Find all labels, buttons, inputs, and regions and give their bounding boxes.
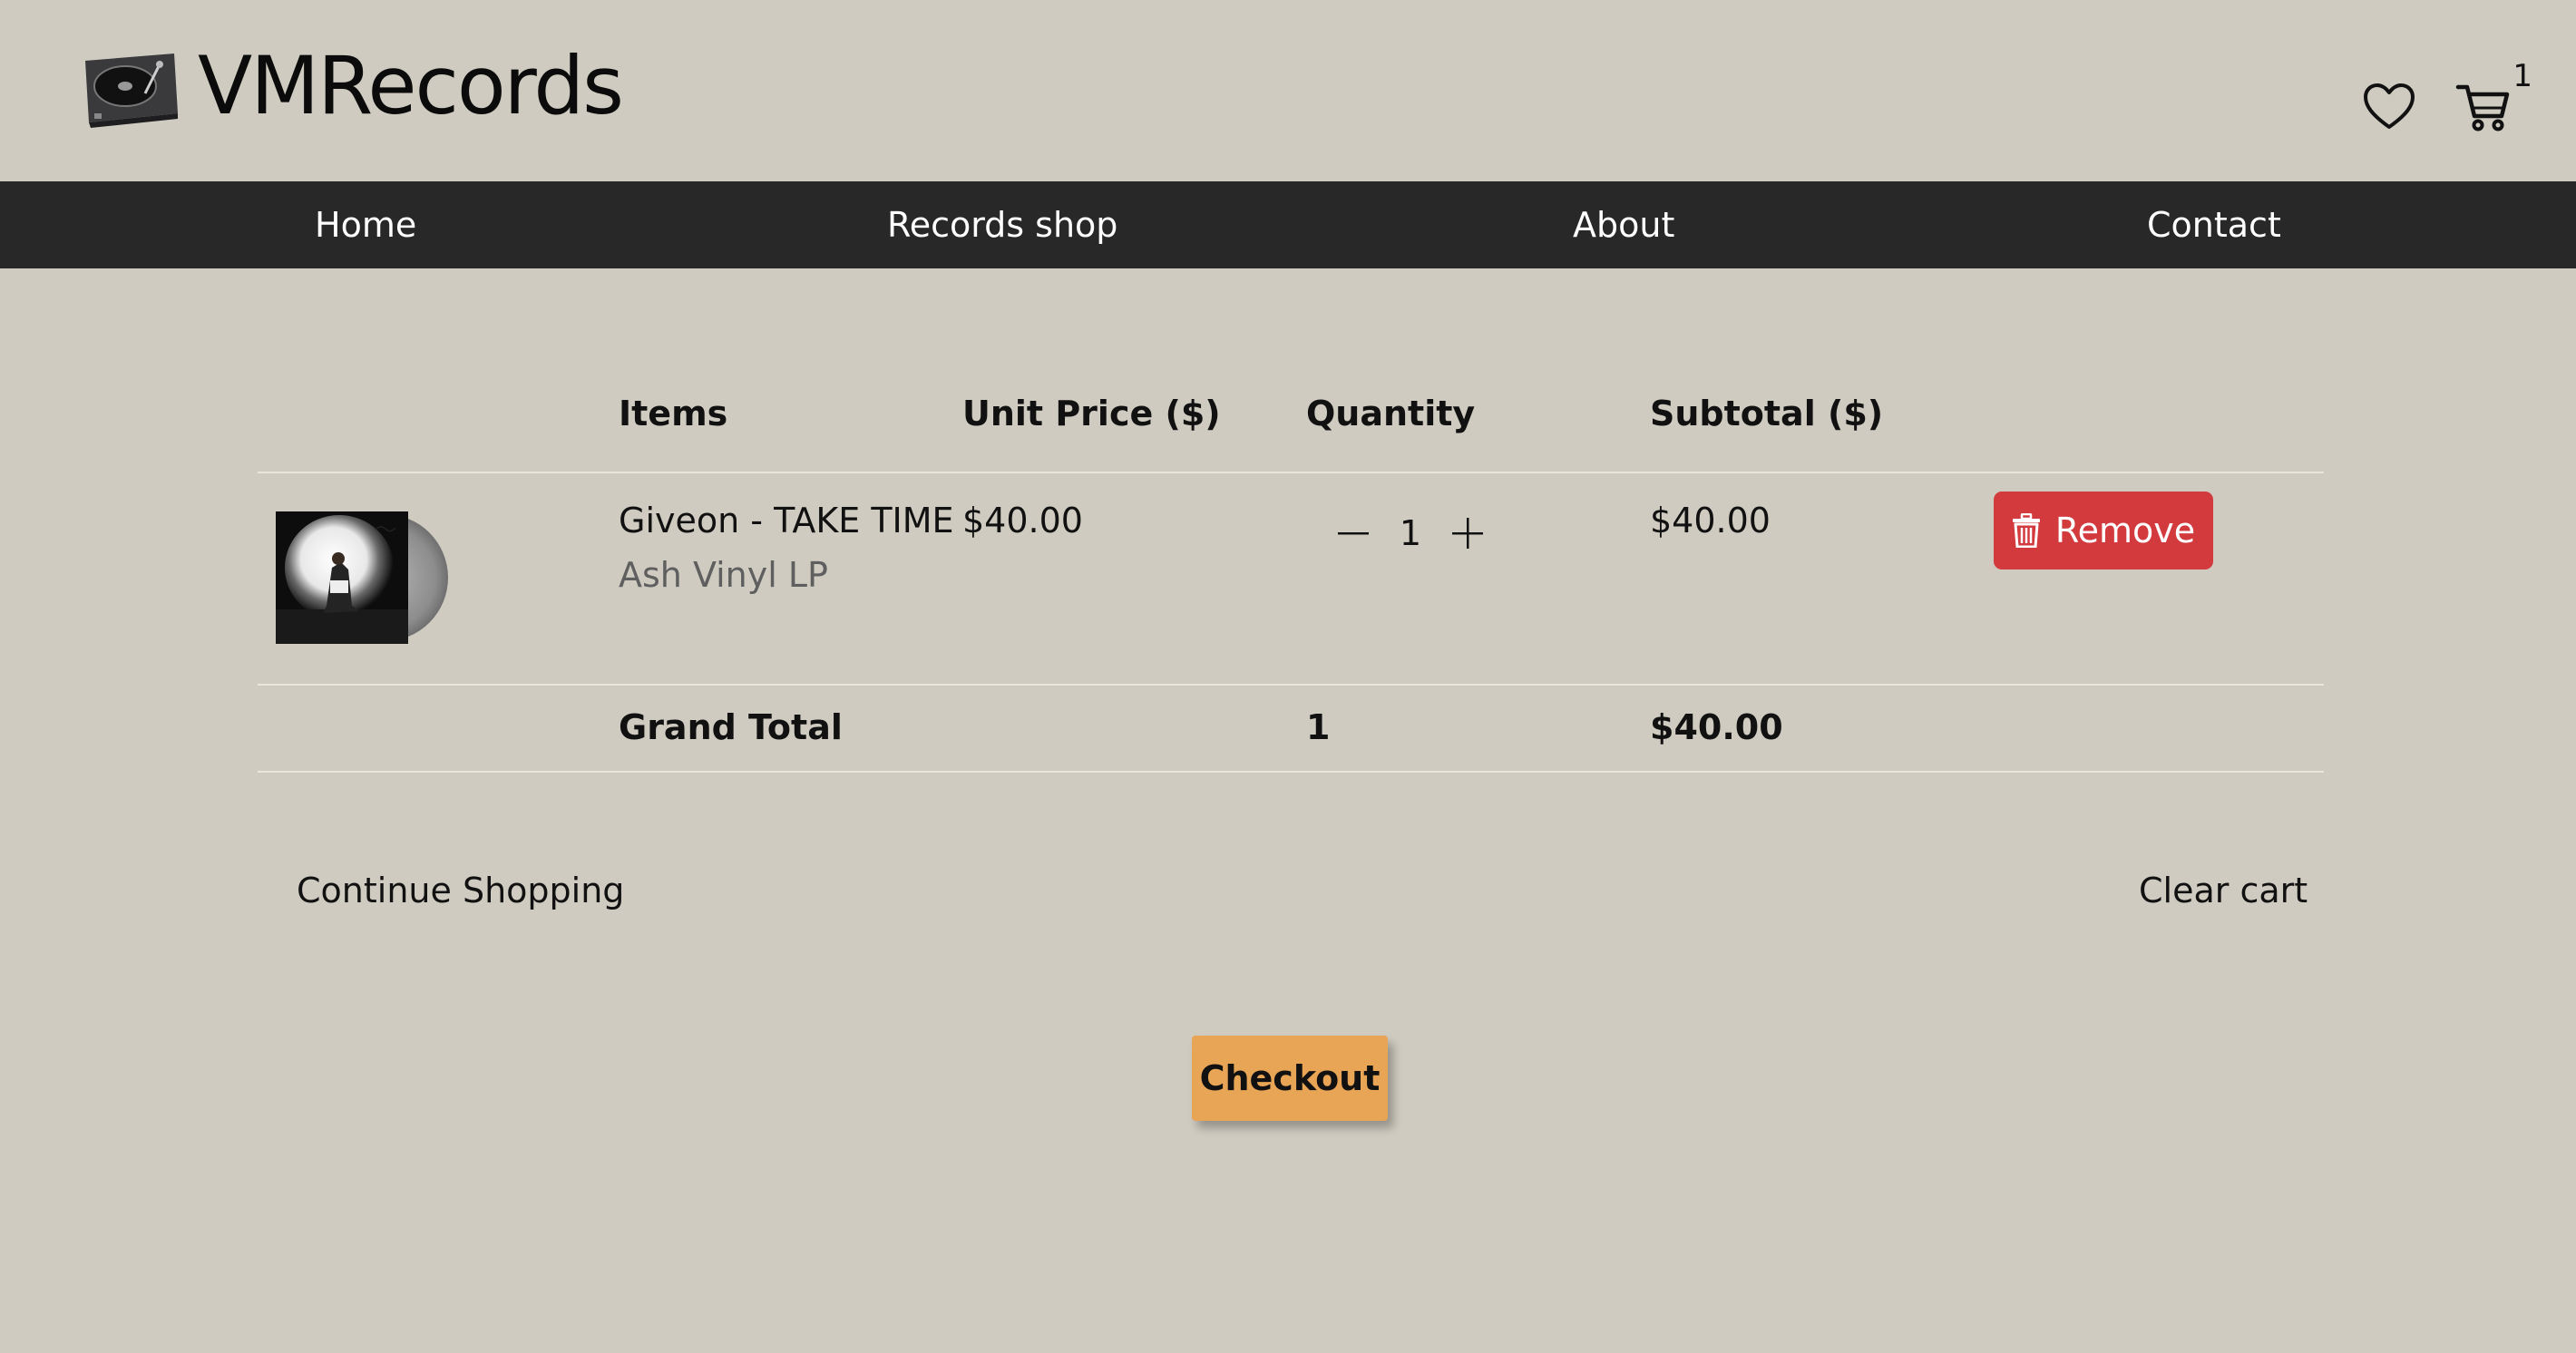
item-title[interactable]: Giveon - TAKE TIME [619,501,954,540]
divider [258,684,2324,686]
remove-label: Remove [2054,511,2196,550]
cart-count-badge: 1 [2513,58,2532,94]
header-icons: 1 [2360,58,2532,140]
plus-icon [1452,518,1483,549]
minus-icon [1338,532,1369,535]
brand-name: VMRecords [198,39,624,132]
brand-logo[interactable]: VMRecords [80,36,624,136]
divider [258,771,2324,773]
cart-icon[interactable] [2454,78,2513,136]
site-header: VMRecords 1 [0,0,2576,181]
nav-item-records-shop[interactable]: Records shop [887,181,1117,268]
column-header-quantity: Quantity [1306,394,1476,433]
turntable-icon [85,54,178,128]
grand-total-label: Grand Total [619,707,843,747]
quantity-value: 1 [1399,513,1422,553]
cart-button[interactable]: 1 [2454,58,2532,140]
item-variant: Ash Vinyl LP [619,555,828,595]
column-header-unit-price: Unit Price ($) [962,394,1221,433]
decrease-quantity-button[interactable] [1328,506,1379,560]
clear-cart-link[interactable]: Clear cart [2139,871,2308,910]
item-unit-price: $40.00 [962,501,1083,540]
heart-icon[interactable] [2360,78,2418,136]
increase-quantity-button[interactable] [1442,506,1493,560]
grand-total-amount: $40.00 [1650,707,1783,747]
main-nav: Home Records shop About Contact [0,181,2576,268]
grand-total-quantity: 1 [1306,707,1331,747]
divider [258,472,2324,473]
quantity-stepper: 1 [1328,506,1493,560]
nav-item-about[interactable]: About [1573,181,1674,268]
album-cover-image[interactable] [276,511,454,644]
nav-item-home[interactable]: Home [315,181,416,268]
nav-item-contact[interactable]: Contact [2147,181,2281,268]
column-header-items: Items [619,394,728,433]
remove-item-button[interactable]: Remove [1994,492,2213,569]
trash-icon [2012,513,2040,548]
checkout-button[interactable]: Checkout [1192,1036,1388,1121]
item-subtotal: $40.00 [1650,501,1771,540]
continue-shopping-link[interactable]: Continue Shopping [297,871,624,910]
column-header-subtotal: Subtotal ($) [1650,394,1884,433]
